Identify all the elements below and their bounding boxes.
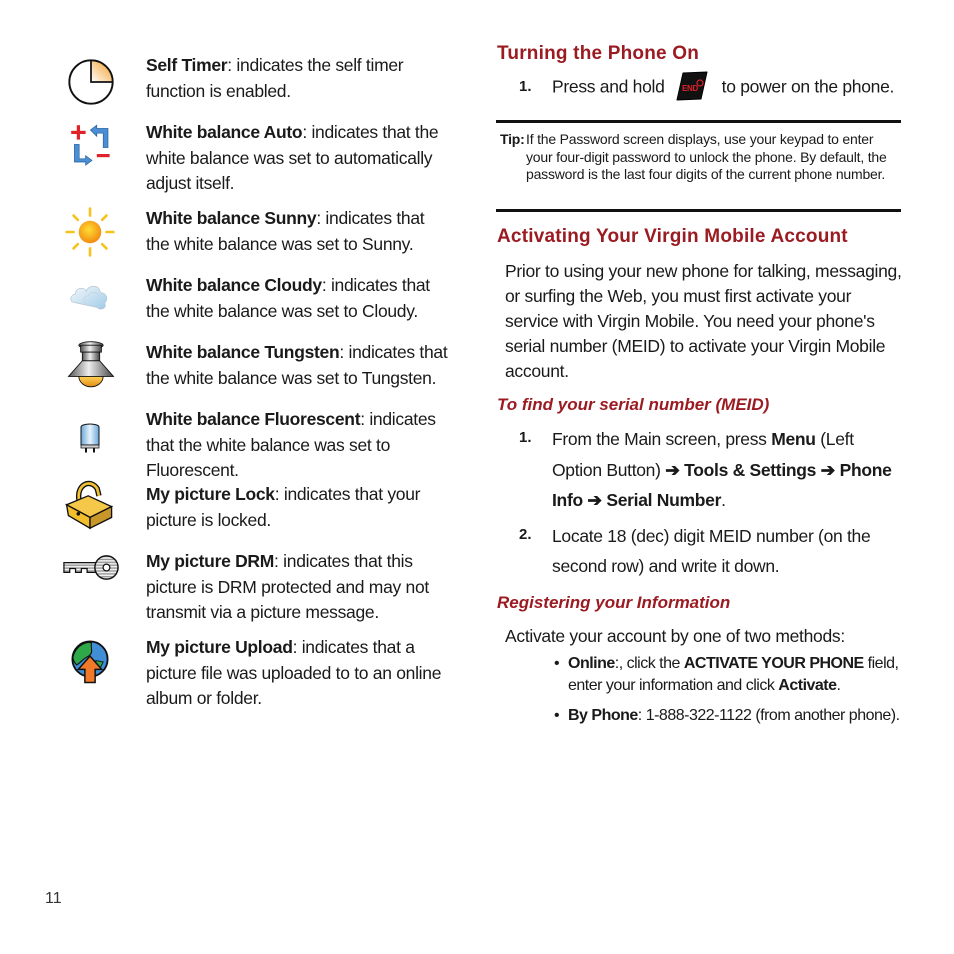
entry-description: White balance Tungsten: indicates that t… bbox=[146, 342, 448, 388]
bullet-run: . bbox=[836, 677, 841, 694]
my-picture-lock-icon bbox=[65, 480, 114, 530]
bullet-run: ACTIVATE YOUR PHONE bbox=[683, 655, 864, 672]
step-text: From the Main screen, press Menu (Left O… bbox=[552, 424, 902, 516]
entry-description: White balance Auto: indicates that the w… bbox=[146, 122, 439, 193]
white-balance-tungsten-icon bbox=[67, 341, 115, 388]
entry-description: White balance Fluorescent: indicates tha… bbox=[146, 409, 436, 480]
my-picture-drm-icon bbox=[63, 555, 119, 580]
section-heading-activating: Activating Your Virgin Mobile Account bbox=[497, 226, 848, 247]
entry-description: My picture DRM: indicates that this pict… bbox=[146, 551, 429, 622]
bullet-text: Online:, click the ACTIVATE YOUR PHONE f… bbox=[568, 653, 908, 697]
my-picture-upload-icon bbox=[71, 640, 109, 684]
subheading-find-serial: To find your serial number (MEID) bbox=[497, 395, 770, 414]
bullet-dot: • bbox=[554, 707, 560, 724]
entry-description: White balance Sunny: indicates that the … bbox=[146, 208, 425, 254]
entry-description: My picture Upload: indicates that a pict… bbox=[146, 637, 442, 708]
divider bbox=[496, 209, 901, 212]
entry-description: White balance Cloudy: indicates that the… bbox=[146, 275, 430, 321]
self-timer-icon bbox=[68, 59, 114, 105]
step-run: Menu bbox=[771, 429, 816, 449]
tip-text: If the Password screen displays, use you… bbox=[526, 131, 887, 182]
step-number: 2. bbox=[519, 526, 532, 543]
divider bbox=[496, 120, 901, 123]
step-number: 1. bbox=[519, 78, 532, 95]
white-balance-sunny-icon bbox=[65, 207, 115, 257]
registering-intro: Activate your account by one of two meth… bbox=[505, 626, 845, 646]
bullet-run: By Phone bbox=[568, 707, 638, 724]
step-run: From the Main screen, press bbox=[552, 429, 772, 449]
bullet-run: :, click the bbox=[614, 655, 684, 672]
entry-description: My picture Lock: indicates that your pic… bbox=[146, 484, 421, 530]
step-text: Press and hold END to power on the phone… bbox=[552, 71, 894, 103]
bullet-run: : 1-888-322-1122 (from another phone). bbox=[637, 707, 900, 724]
entry-description: Self Timer: indicates the self timer fun… bbox=[146, 55, 404, 101]
white-balance-auto-icon bbox=[71, 124, 110, 166]
section-heading-turning-on: Turning the Phone On bbox=[497, 43, 700, 64]
tip-label: Tip: bbox=[500, 131, 525, 147]
end-power-key-icon: END bbox=[676, 71, 708, 101]
step-run: . bbox=[721, 490, 726, 510]
page-number: 11 bbox=[45, 890, 62, 907]
white-balance-cloudy-icon bbox=[70, 285, 108, 310]
subheading-registering: Registering your Information bbox=[497, 593, 731, 612]
bullet-run: Online bbox=[568, 655, 615, 672]
end-key-label: END bbox=[682, 84, 699, 93]
bullet-text: By Phone: 1-888-322-1122 (from another p… bbox=[568, 705, 908, 727]
bullet-run: Activate bbox=[778, 677, 837, 694]
bullet-dot: • bbox=[554, 655, 560, 672]
step-number: 1. bbox=[519, 429, 532, 446]
activating-paragraph: Prior to using your new phone for talkin… bbox=[505, 261, 902, 381]
tip-box: Tip: If the Password screen displays, us… bbox=[500, 131, 900, 184]
white-balance-fluorescent-icon bbox=[80, 423, 100, 453]
step-text: Locate 18 (dec) digit MEID number (on th… bbox=[552, 526, 871, 576]
